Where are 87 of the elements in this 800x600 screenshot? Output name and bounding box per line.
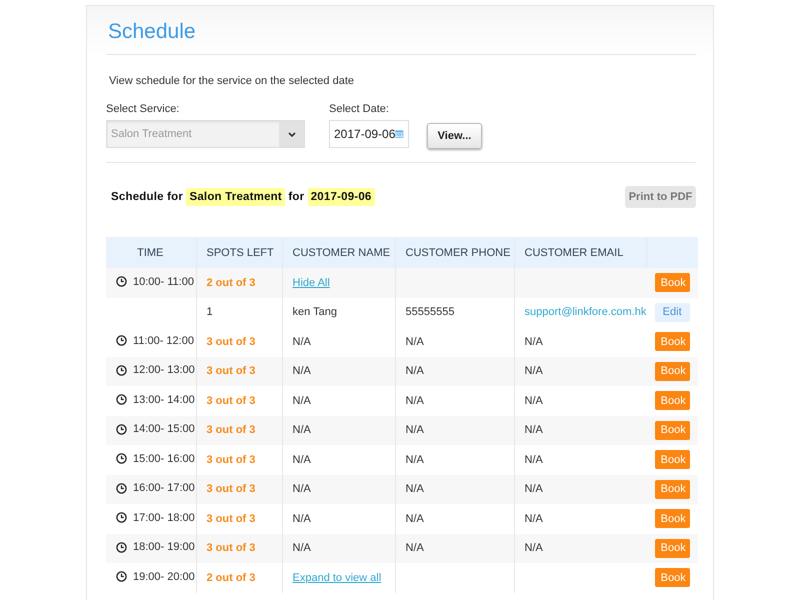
spots-left: 3 out of 3 bbox=[206, 454, 256, 466]
spots-left: 3 out of 3 bbox=[206, 542, 256, 554]
service-select[interactable]: Salon Treatment bbox=[106, 120, 305, 148]
table-cell: N/A bbox=[292, 483, 311, 496]
date-field[interactable]: 2017-09-06 bbox=[329, 120, 409, 148]
time-slot: 16:00- 17:00 bbox=[133, 482, 195, 494]
table-cell: N/A bbox=[524, 394, 543, 407]
spots-left: 3 out of 3 bbox=[206, 483, 256, 496]
table-cell: N/A bbox=[292, 336, 311, 348]
book-button[interactable]: Book bbox=[654, 538, 690, 558]
time-slot: 17:00- 18:00 bbox=[133, 512, 195, 524]
table-cell: 55555555 bbox=[406, 306, 454, 318]
email-link[interactable]: support@linkfore.com.hk bbox=[524, 306, 646, 318]
spots-left: 2 out of 3 bbox=[206, 572, 256, 584]
clock-icon bbox=[116, 542, 127, 552]
book-button[interactable]: Book bbox=[654, 391, 690, 410]
column-header: CUSTOMER NAME bbox=[282, 237, 395, 268]
table-cell: N/A bbox=[524, 454, 543, 466]
spots-left: 1 bbox=[206, 306, 213, 318]
spots-left: 2 out of 3 bbox=[206, 276, 256, 289]
intro-text: View schedule for the service on the selected date bbox=[109, 75, 356, 87]
book-button[interactable]: Book bbox=[654, 273, 690, 292]
table-cell: N/A bbox=[406, 394, 424, 407]
table-cell: ken Tang bbox=[292, 306, 337, 318]
book-button[interactable]: Book bbox=[654, 362, 690, 381]
clock-icon bbox=[116, 512, 127, 523]
table-cell: N/A bbox=[292, 542, 311, 554]
table-cell: N/A bbox=[292, 394, 311, 407]
table-cell: N/A bbox=[292, 424, 311, 436]
table-cell: N/A bbox=[524, 542, 543, 554]
caret-icon bbox=[288, 132, 296, 136]
table-cell: N/A bbox=[292, 512, 311, 525]
table-cell: N/A bbox=[406, 542, 424, 554]
toggle-link[interactable]: Expand to view all bbox=[292, 572, 382, 584]
table-cell: N/A bbox=[524, 365, 543, 378]
service-label: Select Service: bbox=[106, 103, 180, 115]
time-slot: 18:00- 19:00 bbox=[133, 541, 195, 553]
column-header: CUSTOMER EMAIL bbox=[514, 237, 646, 268]
date-label: Select Date: bbox=[329, 103, 390, 115]
time-slot: 15:00- 16:00 bbox=[133, 452, 195, 464]
table-cell: N/A bbox=[406, 336, 424, 348]
table-cell: N/A bbox=[292, 365, 311, 378]
book-button[interactable]: Book bbox=[654, 332, 690, 352]
time-slot: 14:00- 15:00 bbox=[133, 423, 195, 435]
spots-left: 3 out of 3 bbox=[206, 512, 256, 525]
book-button[interactable]: Book bbox=[654, 420, 690, 440]
time-slot: 12:00- 13:00 bbox=[133, 364, 195, 376]
page-title: Schedule bbox=[106, 6, 696, 55]
spots-left: 3 out of 3 bbox=[206, 365, 256, 378]
clock-icon bbox=[116, 571, 127, 582]
table-cell: N/A bbox=[292, 454, 311, 466]
clock-icon bbox=[116, 335, 127, 346]
view-button[interactable]: View... bbox=[427, 123, 482, 149]
column-header: SPOTS LEFT bbox=[196, 237, 282, 268]
spots-left: 3 out of 3 bbox=[206, 394, 256, 407]
table-cell: N/A bbox=[524, 483, 543, 496]
schedule-heading: Schedule for Salon Treatment for 2017-09-06 bbox=[111, 191, 375, 203]
spots-left: 3 out of 3 bbox=[206, 424, 256, 436]
book-button[interactable]: Book bbox=[654, 450, 690, 470]
column-header: TIME bbox=[106, 237, 196, 268]
clock-icon bbox=[116, 394, 127, 405]
table-cell: N/A bbox=[406, 424, 424, 436]
toggle-link[interactable]: Hide All bbox=[292, 276, 330, 289]
table-cell: N/A bbox=[406, 454, 424, 466]
clock-icon bbox=[116, 453, 127, 464]
table-cell: N/A bbox=[524, 424, 543, 436]
print-button[interactable]: Print to PDF bbox=[625, 186, 696, 208]
column-header: CUSTOMER PHONE bbox=[395, 237, 514, 268]
table-cell: N/A bbox=[524, 512, 543, 525]
table-cell: N/A bbox=[524, 336, 543, 348]
table-cell: N/A bbox=[406, 483, 424, 496]
table-cell: N/A bbox=[406, 365, 424, 378]
time-slot: 13:00- 14:00 bbox=[133, 394, 195, 406]
clock-icon bbox=[116, 424, 127, 434]
clock-icon bbox=[116, 482, 127, 494]
clock-icon bbox=[116, 276, 127, 287]
calendar-icon bbox=[395, 128, 404, 140]
book-button[interactable]: Book bbox=[654, 480, 690, 499]
time-slot: 11:00- 12:00 bbox=[133, 334, 194, 346]
clock-icon bbox=[116, 364, 127, 376]
book-button[interactable]: Book bbox=[654, 568, 690, 588]
table-cell: N/A bbox=[406, 512, 424, 525]
book-button[interactable]: Book bbox=[654, 509, 690, 528]
time-slot: 19:00- 20:00 bbox=[133, 570, 195, 582]
spots-left: 3 out of 3 bbox=[206, 336, 256, 348]
time-slot: 10:00- 11:00 bbox=[133, 276, 194, 288]
edit-button[interactable]: Edit bbox=[654, 302, 690, 322]
